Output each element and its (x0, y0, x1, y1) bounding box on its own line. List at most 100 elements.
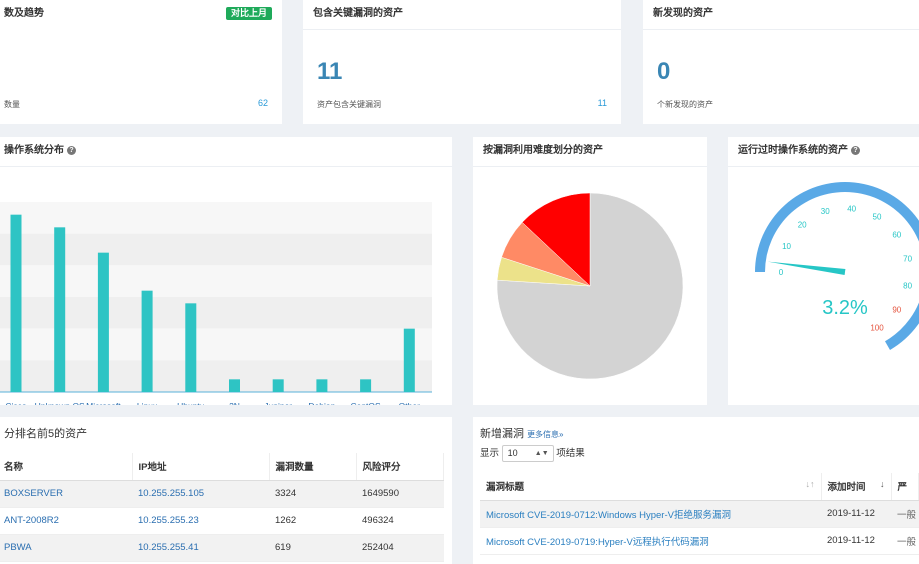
column-header-risk-score[interactable]: 风险评分 (356, 453, 444, 481)
asset-name-link[interactable]: BOXSERVER (0, 480, 132, 508)
new-vulns-panel: 新增漏洞 更多信息» 显示 10 ▲▼ 项结果 漏洞标题 ↓↑ 添加时间 ↓ 严 Mi… (473, 417, 919, 564)
gauge-tick-label: 50 (873, 213, 882, 222)
vuln-title-link[interactable]: Microsoft CVE-2019-0719:Hyper-V远程执行代码漏洞 (480, 527, 821, 555)
x-tick-label: Microsoft (86, 401, 121, 405)
gauge-tick-label: 10 (782, 242, 791, 251)
outdated-os-title: 运行过时操作系统的资产? (728, 137, 919, 167)
critical-assets-label: 资产包含关键漏洞 (317, 100, 381, 109)
gauge-tick-label: 60 (892, 230, 901, 239)
bar-microsoft[interactable] (97, 252, 109, 392)
trend-label: 数量 (4, 100, 20, 109)
x-tick-label: Linux (137, 401, 158, 405)
x-tick-label: 2N (229, 401, 240, 405)
risk-score-cell: 252404 (356, 534, 444, 562)
outdated-os-title-text: 运行过时操作系统的资产 (738, 145, 848, 156)
sort-desc-icon[interactable]: ↓ (880, 479, 885, 489)
top-assets-header-row: 名称 IP地址 漏洞数量 风险评分 (0, 453, 444, 481)
bar-unknown-os[interactable] (54, 227, 66, 392)
column-header-ip[interactable]: IP地址 (132, 453, 270, 481)
exploit-pie-chart (496, 192, 684, 380)
bar-debian[interactable] (316, 379, 328, 392)
exploit-difficulty-title: 按漏洞利用难度划分的资产 (473, 137, 707, 167)
asset-ip-link[interactable]: 10.255.255.41 (132, 534, 269, 562)
gauge-tick-label: 100 (870, 323, 884, 332)
os-distribution-title: 操作系统分布? (0, 137, 452, 167)
asset-name-link[interactable]: PBWA (0, 534, 132, 562)
bar-centos[interactable] (360, 379, 372, 392)
asset-name-link[interactable]: ANT-2008R2 (0, 507, 132, 535)
critical-assets-card: 包含关键漏洞的资产 11 资产包含关键漏洞 11 (303, 0, 621, 124)
critical-assets-number[interactable]: 11 (317, 58, 342, 86)
vuln-count-cell: 619 (269, 534, 356, 562)
more-info-link[interactable]: 更多信息» (527, 430, 563, 439)
new-assets-number[interactable]: 0 (657, 58, 670, 86)
table-row[interactable]: Microsoft CVE-2019-0712:Windows Hyper-V拒… (480, 500, 919, 528)
x-tick-label: Debian (308, 401, 335, 405)
trend-card: 数及趋势 对比上月 数量 62 (0, 0, 282, 124)
question-circle-icon[interactable]: ? (67, 146, 76, 155)
column-header-severity[interactable]: 严 (891, 473, 919, 501)
exploit-difficulty-panel: 按漏洞利用难度划分的资产 (473, 137, 707, 405)
added-time-cell: 2019-11-12 (821, 527, 891, 555)
new-assets-label: 个新发现的资产 (657, 100, 713, 109)
added-time-cell: 2019-11-12 (821, 500, 891, 528)
vuln-title-link[interactable]: Microsoft CVE-2019-0712:Windows Hyper-V拒… (480, 500, 821, 528)
gauge-tick-label: 20 (798, 220, 807, 229)
select-arrows-icon: ▲▼ (534, 450, 549, 457)
vuln-title-header-text: 漏洞标题 (486, 482, 525, 494)
column-header-vuln-title[interactable]: 漏洞标题 ↓↑ (480, 473, 822, 501)
risk-score-cell: 1649590 (356, 480, 444, 508)
question-circle-icon[interactable]: ? (851, 146, 860, 155)
new-vulns-title: 新增漏洞 (480, 428, 524, 440)
risk-score-cell: 496324 (356, 507, 444, 535)
column-header-vuln-count[interactable]: 漏洞数量 (269, 453, 357, 481)
asset-ip-link[interactable]: 10.255.255.105 (132, 480, 269, 508)
severity-cell: 一般 (891, 527, 919, 555)
bar-linux[interactable] (141, 290, 153, 392)
trend-value[interactable]: 62 (258, 98, 268, 108)
new-assets-title: 新发现的资产 (643, 0, 919, 30)
gauge-value-text: 3.2% (822, 297, 868, 319)
bar-other[interactable] (403, 328, 415, 392)
x-tick-label: CentOS (350, 401, 381, 405)
outdated-os-panel: 运行过时操作系统的资产? 0 10 20 30 40 50 60 70 80 90 100 3.2% (728, 137, 919, 405)
page-size-value: 10 (507, 448, 518, 458)
x-tick-label: Juniper (264, 401, 292, 405)
x-tick-label: Other (399, 401, 420, 405)
gauge-arc-high (885, 302, 919, 350)
critical-assets-value[interactable]: 11 (598, 98, 607, 108)
new-vulns-header-row: 漏洞标题 ↓↑ 添加时间 ↓ 严 (480, 473, 919, 501)
table-row[interactable]: Microsoft CVE-2019-0719:Hyper-V远程执行代码漏洞 … (480, 527, 919, 555)
vuln-count-cell: 1262 (269, 507, 356, 535)
column-header-name[interactable]: 名称 (0, 453, 133, 481)
severity-cell: 一般 (891, 500, 919, 528)
column-header-added-time[interactable]: 添加时间 ↓ (821, 473, 892, 501)
os-distribution-title-text: 操作系统分布 (4, 145, 64, 156)
x-tick-label: Unknown OS (35, 401, 85, 405)
gauge-tick-label: 80 (903, 281, 912, 290)
top-assets-title: 分排名前5的资产 (4, 428, 88, 440)
bar-juniper[interactable] (272, 379, 284, 392)
new-vulns-header: 新增漏洞 更多信息» (473, 417, 919, 445)
os-bar-chart: Cisco Unknown OSMicrosoft Linux Ubuntu 2N Jun… (0, 202, 432, 405)
bar-2n[interactable] (229, 379, 240, 392)
table-row[interactable]: BOXSERVER 10.255.255.105 3324 1649590 (0, 480, 444, 508)
bar-ubuntu[interactable] (185, 303, 197, 392)
vuln-count-cell: 3324 (269, 480, 356, 508)
gauge-tick-label: 40 (847, 204, 856, 213)
new-assets-card: 新发现的资产 0 个新发现的资产 (643, 0, 919, 124)
sort-icon[interactable]: ↓↑ (806, 479, 815, 489)
table-row[interactable]: PBWA 10.255.255.41 619 252404 (0, 534, 444, 562)
compare-last-month-badge[interactable]: 对比上月 (225, 7, 272, 20)
new-vulns-table: 漏洞标题 ↓↑ 添加时间 ↓ 严 Microsoft CVE-2019-0712:W… (480, 473, 919, 555)
asset-ip-link[interactable]: 10.255.255.23 (132, 507, 269, 535)
x-tick-label: Cisco (5, 401, 27, 405)
table-row[interactable]: ANT-2008R2 10.255.255.23 1262 496324 (0, 507, 444, 535)
outdated-os-gauge: 0 10 20 30 40 50 60 70 80 90 1003.2% (755, 182, 919, 350)
gauge-tick-label: 90 (892, 306, 901, 315)
gauge-tick-label: 0 (779, 268, 784, 277)
top-assets-table: 名称 IP地址 漏洞数量 风险评分 BOXSERVER 10.255.255.1… (0, 453, 444, 562)
bar-cisco[interactable] (10, 214, 22, 392)
pie-title-text: 按漏洞利用难度划分的资产 (483, 145, 603, 156)
page-size-select[interactable]: 10 ▲▼ (501, 445, 554, 462)
